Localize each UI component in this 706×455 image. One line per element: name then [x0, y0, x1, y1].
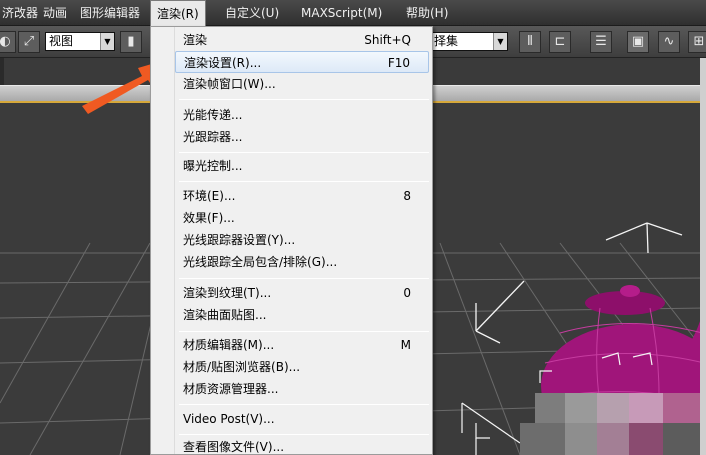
menu-item-label: 查看图像文件(V)... — [183, 440, 285, 454]
menu-item-raytracer-settings[interactable]: 光线跟踪器设置(Y)... — [175, 229, 429, 251]
menu-item-label: 材质编辑器(M)... — [183, 338, 275, 352]
menu-item-label: 光能传递... — [183, 108, 243, 122]
menu-rendering[interactable]: 渲染(R) — [150, 0, 206, 26]
watermark-block — [663, 393, 700, 423]
menu-customize[interactable]: 自定义(U) — [219, 0, 285, 26]
menu-icon-gutter — [151, 27, 175, 454]
menu-item-label: 光线跟踪全局包含/排除(G)... — [183, 255, 338, 269]
layer-manager-icon[interactable]: ☰ — [590, 31, 612, 53]
menu-item-light-tracer[interactable]: 光跟踪器... — [175, 126, 429, 148]
menu-item-label: 渲染 — [183, 33, 208, 47]
reference-coordinate-value: 视图 — [49, 34, 74, 48]
menu-item-material-editor[interactable]: 材质编辑器(M)... M — [175, 334, 429, 356]
menu-help[interactable]: 帮助(H) — [400, 0, 454, 26]
curve-editor-icon[interactable]: ∿ — [658, 31, 680, 53]
menu-item-video-post[interactable]: Video Post(V)... — [175, 408, 429, 430]
menu-bar: 济改器 动画 图形编辑器 渲染(R) 自定义(U) MAXScript(M) 帮… — [0, 0, 706, 26]
menu-item-raytrace-global-include-exclude[interactable]: 光线跟踪全局包含/排除(G)... — [175, 251, 429, 273]
chevron-down-icon: ▼ — [100, 33, 114, 50]
menu-item-label: 曝光控制... — [183, 159, 243, 173]
rendering-dropdown-menu: 渲染 Shift+Q 渲染设置(R)... F10 渲染帧窗口(W)... 光能… — [150, 26, 433, 455]
watermark-block — [629, 423, 663, 455]
menu-item-view-image-file[interactable]: 查看图像文件(V)... — [175, 436, 429, 455]
reference-coordinate-select[interactable]: 视图 ▼ — [45, 32, 115, 51]
menu-item-render-to-texture[interactable]: 渲染到纹理(T)... 0 — [175, 282, 429, 304]
menu-separator — [179, 99, 429, 100]
menu-item-label: 光跟踪器... — [183, 130, 243, 144]
menu-separator — [179, 181, 429, 182]
menu-item-exposure-control[interactable]: 曝光控制... — [175, 155, 429, 177]
menu-item-material-map-browser[interactable]: 材质/贴图浏览器(B)... — [175, 356, 429, 378]
menu-separator — [179, 404, 429, 405]
watermark-block — [597, 393, 629, 423]
watermark-block — [629, 393, 663, 423]
menu-item-label: 环境(E)... — [183, 189, 236, 203]
menu-separator — [179, 152, 429, 153]
menu-item-shortcut: 8 — [403, 189, 411, 203]
menu-item-shortcut: 0 — [403, 286, 411, 300]
watermark-block — [565, 423, 597, 455]
named-selection-set-value: 择集 — [434, 34, 459, 48]
watermark-block — [597, 423, 629, 455]
render-setup-icon[interactable]: ▣ — [627, 31, 649, 53]
watermark-block — [565, 393, 597, 423]
menu-item-label: 光线跟踪器设置(Y)... — [183, 233, 296, 247]
menu-item-render-surface-map[interactable]: 渲染曲面贴图... — [175, 304, 429, 326]
menu-item-render-setup[interactable]: 渲染设置(R)... F10 — [175, 51, 429, 73]
named-selection-set-select[interactable]: 择集 ▼ — [430, 32, 508, 51]
watermark-block — [663, 423, 700, 455]
menu-item-render[interactable]: 渲染 Shift+Q — [175, 29, 429, 51]
menu-item-shortcut: F10 — [387, 56, 410, 70]
menu-animation[interactable]: 动画 — [37, 0, 73, 26]
menu-item-label: 材质资源管理器... — [183, 382, 279, 396]
menu-separator — [179, 331, 429, 332]
menu-item-shortcut: Shift+Q — [364, 33, 411, 47]
object-gizmo — [475, 280, 525, 344]
menu-item-shortcut: M — [400, 338, 411, 352]
watermark-block — [520, 423, 565, 455]
menu-graph-editors[interactable]: 图形编辑器 — [74, 0, 146, 26]
menu-item-rendered-frame-window[interactable]: 渲染帧窗口(W)... — [175, 73, 429, 95]
menu-item-environment[interactable]: 环境(E)... 8 — [175, 185, 429, 207]
menu-item-material-explorer[interactable]: 材质资源管理器... — [175, 378, 429, 400]
menu-item-label: 渲染帧窗口(W)... — [183, 77, 276, 91]
align-icon[interactable]: ⊏ — [549, 31, 571, 53]
watermark-block — [535, 393, 565, 423]
viewport-right-edge — [700, 58, 706, 455]
menu-separator — [179, 278, 429, 279]
mirror-icon[interactable]: ⫴ — [519, 31, 541, 53]
menu-item-label: 效果(F)... — [183, 211, 235, 225]
menu-item-label: 渲染到纹理(T)... — [183, 286, 272, 300]
menu-item-effects[interactable]: 效果(F)... — [175, 207, 429, 229]
menu-item-label: 渲染设置(R)... — [184, 56, 262, 70]
menu-item-label: 渲染曲面贴图... — [183, 308, 267, 322]
menu-separator — [179, 434, 429, 435]
menu-item-label: 材质/贴图浏览器(B)... — [183, 360, 301, 374]
rotate-icon[interactable]: ◐ — [0, 31, 16, 53]
scale-icon[interactable]: ⤢ — [18, 31, 40, 53]
menu-item-radiosity[interactable]: 光能传递... — [175, 104, 429, 126]
chevron-down-icon: ▼ — [493, 33, 507, 50]
light-gizmo — [605, 222, 683, 254]
menu-maxscript[interactable]: MAXScript(M) — [295, 0, 388, 26]
schematic-view-icon[interactable]: ⊞ — [688, 31, 706, 53]
menu-item-label: Video Post(V)... — [183, 412, 275, 426]
